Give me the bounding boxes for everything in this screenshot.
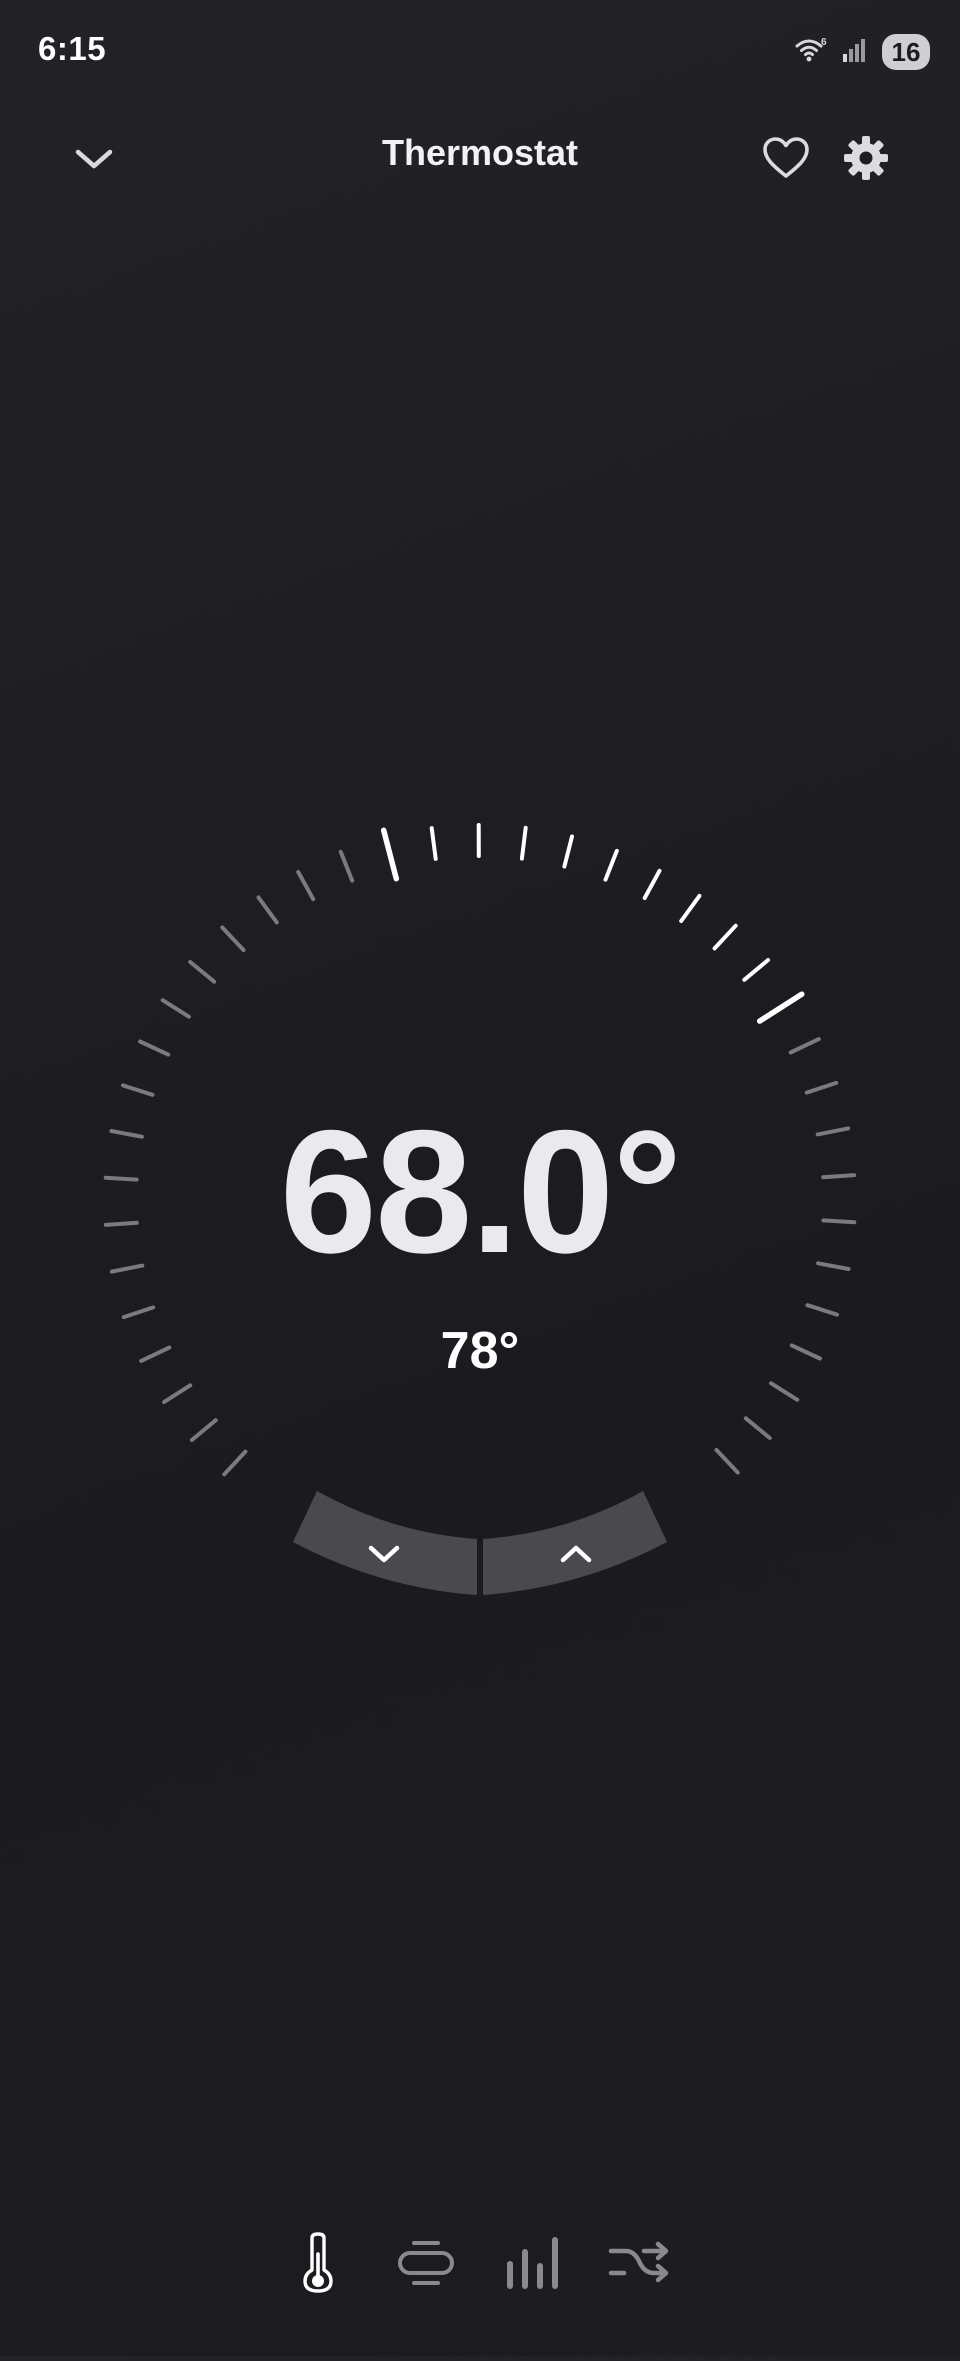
battery-indicator: 16 xyxy=(882,34,930,70)
nav-fan-mode[interactable] xyxy=(391,2230,461,2300)
shuffle-icon xyxy=(608,2241,672,2290)
settings-button[interactable] xyxy=(836,130,896,190)
dial-tick-active xyxy=(715,926,736,949)
dial-tick xyxy=(791,1039,819,1052)
dial-tick xyxy=(164,1385,190,1402)
chevron-down-icon xyxy=(72,144,116,179)
cellular-signal-icon xyxy=(842,37,868,68)
dial-tick-active xyxy=(432,828,436,859)
dial-tick xyxy=(123,1085,153,1094)
fan-mode-icon xyxy=(396,2237,456,2294)
status-time: 6:15 xyxy=(38,30,106,68)
dial-tick xyxy=(222,928,243,951)
dial-tick-active xyxy=(522,828,526,859)
current-temperature: 68.0° xyxy=(0,1105,960,1280)
dial-tick-active xyxy=(645,871,660,898)
dial-tick xyxy=(124,1307,153,1317)
dial-tick-active xyxy=(681,896,699,921)
dial-tick xyxy=(190,962,214,982)
dial-tick xyxy=(808,1305,838,1314)
wifi-icon: 6 xyxy=(794,35,828,70)
increase-temperature-button[interactable] xyxy=(483,1491,667,1595)
dial-tick-active xyxy=(564,837,572,867)
dial-tick-active xyxy=(760,994,802,1021)
dial-tick xyxy=(807,1083,836,1093)
dial-tick xyxy=(192,1420,216,1440)
dial-tick-active xyxy=(384,830,397,878)
dial-tick xyxy=(259,897,277,922)
heart-icon xyxy=(762,136,810,185)
svg-text:6: 6 xyxy=(821,37,827,48)
collapse-button[interactable] xyxy=(64,136,124,186)
dial-tick-active xyxy=(744,960,768,980)
dial-tick xyxy=(341,852,353,881)
gear-icon xyxy=(842,134,890,187)
dial-tick xyxy=(746,1418,770,1438)
page-title: Thermostat xyxy=(0,132,960,174)
bar-chart-icon xyxy=(504,2236,562,2295)
nav-thermostat[interactable] xyxy=(283,2230,353,2300)
status-icons: 6 16 xyxy=(794,32,930,72)
dial-tick-active xyxy=(606,851,617,880)
favorite-button[interactable] xyxy=(756,130,816,190)
thermometer-icon xyxy=(298,2232,338,2299)
status-bar: 6:15 6 16 xyxy=(0,0,960,100)
dial-tick xyxy=(224,1452,245,1475)
app-header: Thermostat xyxy=(0,120,960,200)
nav-automation[interactable] xyxy=(605,2230,675,2300)
dial-tick xyxy=(771,1383,797,1400)
dial-tick xyxy=(716,1450,737,1473)
setpoint-temperature: 78° xyxy=(0,1325,960,1377)
dial-tick xyxy=(140,1042,168,1055)
bottom-navigation xyxy=(0,2230,960,2300)
dial-tick xyxy=(298,872,313,899)
dial-tick xyxy=(163,1000,189,1017)
nav-history[interactable] xyxy=(498,2230,568,2300)
decrease-temperature-button[interactable] xyxy=(293,1491,477,1595)
